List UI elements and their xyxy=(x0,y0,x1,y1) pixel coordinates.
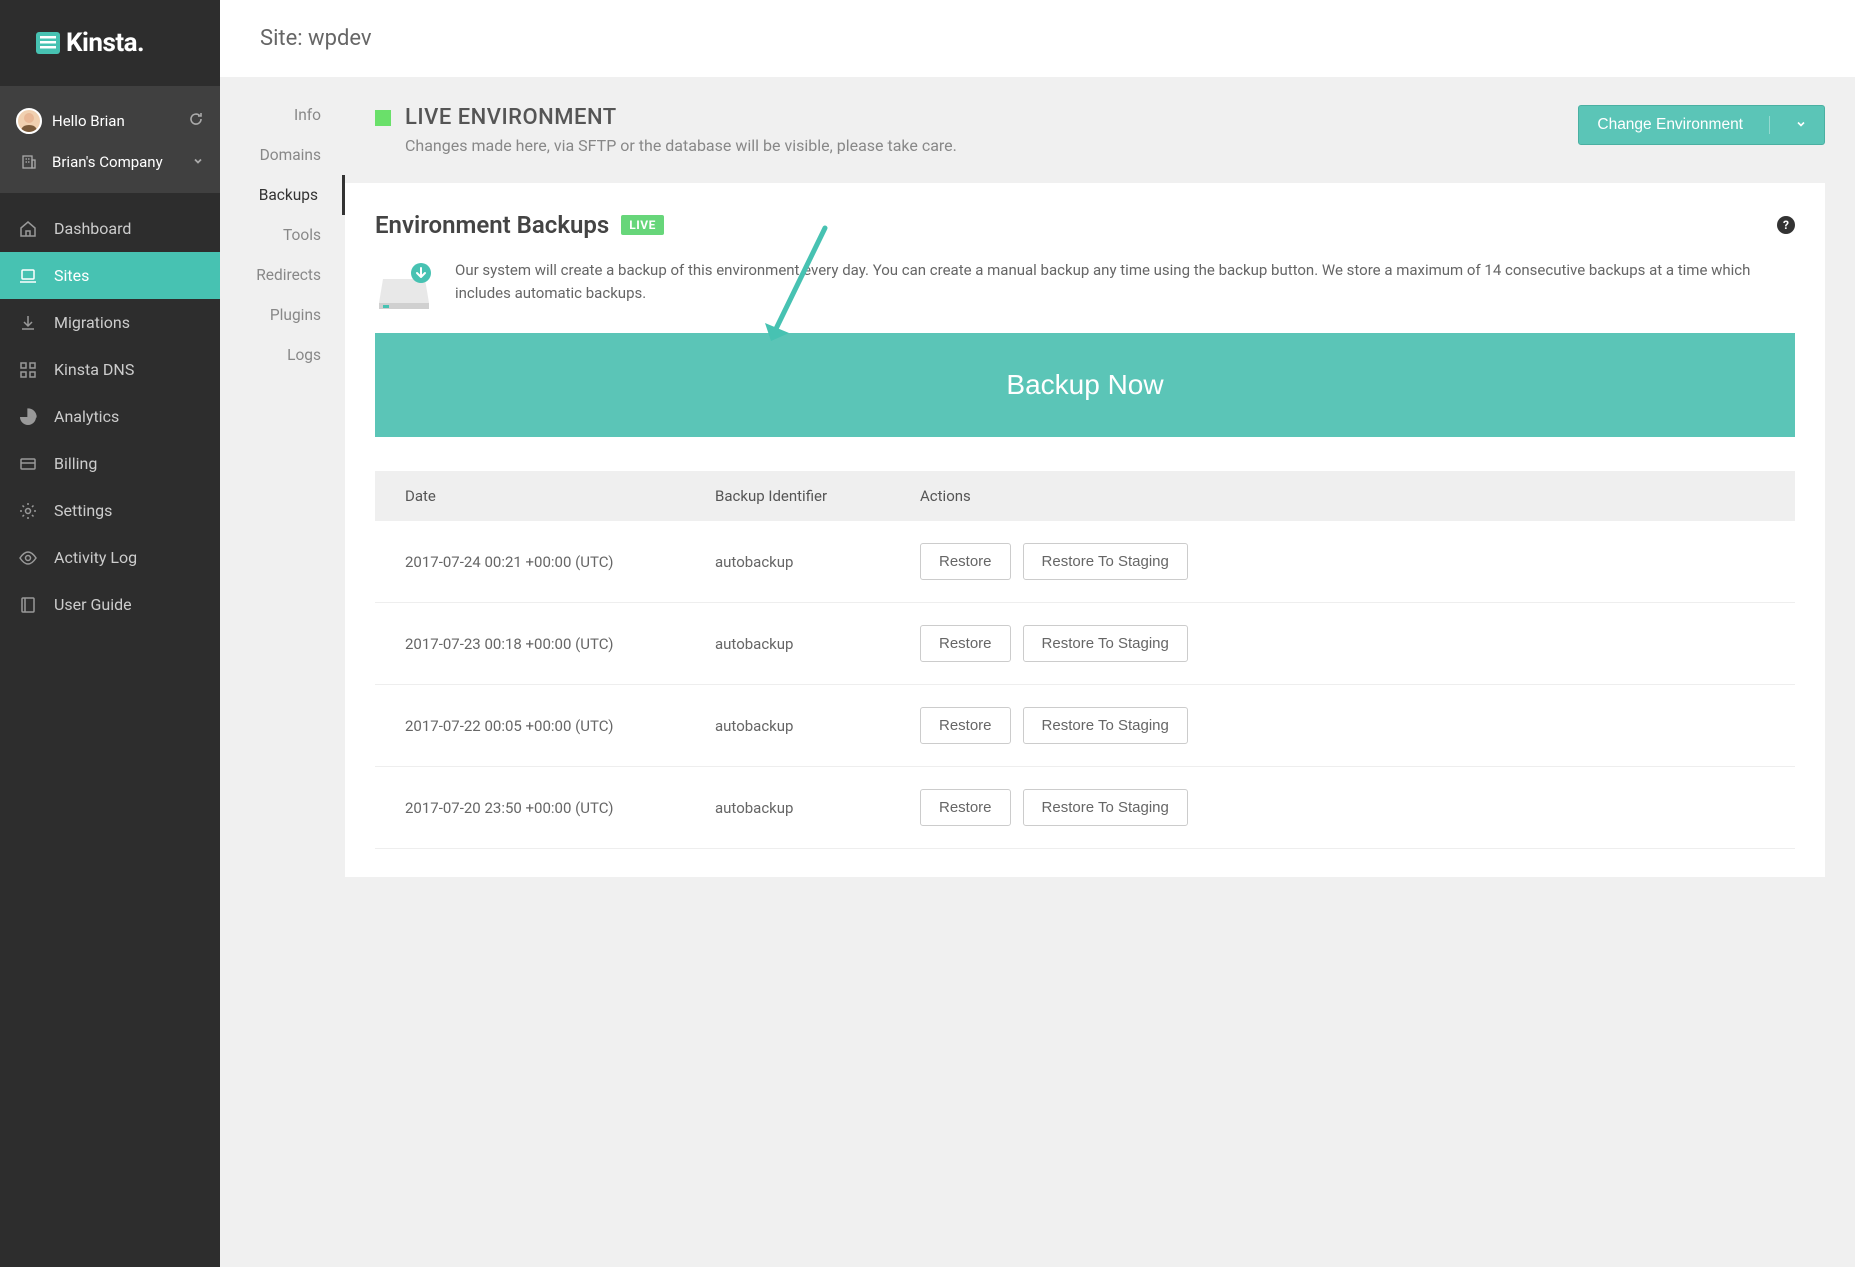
sidebar-item-label: Activity Log xyxy=(54,548,137,567)
environment-banner: LIVE ENVIRONMENT Changes made here, via … xyxy=(345,77,1825,183)
sidebar-item-label: Migrations xyxy=(54,313,130,332)
sidebar-item-analytics[interactable]: Analytics xyxy=(0,393,220,440)
col-header-id: Backup Identifier xyxy=(715,487,920,505)
cell-identifier: autobackup xyxy=(715,717,920,735)
sidebar-item-sites[interactable]: Sites xyxy=(0,252,220,299)
site-tabs: InfoDomainsBackupsToolsRedirectsPluginsL… xyxy=(220,77,345,1267)
site-title: Site: wpdev xyxy=(260,26,1815,51)
tab-logs[interactable]: Logs xyxy=(220,335,345,375)
sidebar-item-label: User Guide xyxy=(54,595,132,614)
table-row: 2017-07-24 00:21 +00:00 (UTC)autobackupR… xyxy=(375,521,1795,603)
sidebar-item-label: Billing xyxy=(54,454,97,473)
sidebar: Kinsta. Hello Brian Brian's Company xyxy=(0,0,220,1267)
table-row: 2017-07-20 23:50 +00:00 (UTC)autobackupR… xyxy=(375,767,1795,849)
restore-button[interactable]: Restore xyxy=(920,543,1011,580)
sidebar-item-label: Sites xyxy=(54,266,89,285)
page-content: LIVE ENVIRONMENT Changes made here, via … xyxy=(345,77,1855,1267)
sidebar-item-activity-log[interactable]: Activity Log xyxy=(0,534,220,581)
tab-tools[interactable]: Tools xyxy=(220,215,345,255)
cell-date: 2017-07-22 00:05 +00:00 (UTC) xyxy=(405,717,715,735)
environment-title: LIVE ENVIRONMENT xyxy=(405,105,957,130)
book-icon xyxy=(18,596,38,614)
environment-description: Changes made here, via SFTP or the datab… xyxy=(405,136,957,155)
restore-to-staging-button[interactable]: Restore To Staging xyxy=(1023,625,1188,662)
card-icon xyxy=(18,455,38,473)
company-name: Brian's Company xyxy=(52,153,182,171)
user-greeting: Hello Brian xyxy=(52,112,178,130)
grid-icon xyxy=(18,361,38,379)
backups-panel: Environment Backups LIVE ? xyxy=(345,183,1825,877)
tab-redirects[interactable]: Redirects xyxy=(220,255,345,295)
col-header-actions: Actions xyxy=(920,487,1765,505)
sidebar-item-label: Dashboard xyxy=(54,219,131,238)
live-indicator-icon xyxy=(375,110,391,126)
sidebar-item-settings[interactable]: Settings xyxy=(0,487,220,534)
user-block: Hello Brian Brian's Company xyxy=(0,86,220,193)
chevron-down-icon xyxy=(192,152,204,171)
live-badge: LIVE xyxy=(621,215,664,235)
table-row: 2017-07-22 00:05 +00:00 (UTC)autobackupR… xyxy=(375,685,1795,767)
change-environment-button[interactable]: Change Environment xyxy=(1578,105,1825,145)
server-icon xyxy=(375,259,433,311)
cell-identifier: autobackup xyxy=(715,799,920,817)
restore-to-staging-button[interactable]: Restore To Staging xyxy=(1023,707,1188,744)
sidebar-item-migrations[interactable]: Migrations xyxy=(0,299,220,346)
logo[interactable]: Kinsta. xyxy=(0,0,220,86)
cell-date: 2017-07-24 00:21 +00:00 (UTC) xyxy=(405,553,715,571)
help-icon[interactable]: ? xyxy=(1777,216,1795,234)
pie-icon xyxy=(18,408,38,426)
gear-icon xyxy=(18,502,38,520)
logo-icon xyxy=(36,32,60,54)
main-nav: Dashboard Sites Migrations Kinsta DNS Analyt… xyxy=(0,193,220,628)
restore-button[interactable]: Restore xyxy=(920,625,1011,662)
avatar xyxy=(16,108,42,134)
table-header: Date Backup Identifier Actions xyxy=(375,471,1795,521)
sidebar-item-kinsta-dns[interactable]: Kinsta DNS xyxy=(0,346,220,393)
panel-title: Environment Backups xyxy=(375,211,609,239)
sidebar-item-label: Kinsta DNS xyxy=(54,360,134,379)
backup-now-button[interactable]: Backup Now xyxy=(375,333,1795,437)
building-icon xyxy=(16,154,42,170)
panel-intro-text: Our system will create a backup of this … xyxy=(455,259,1795,306)
tab-info[interactable]: Info xyxy=(220,95,345,135)
cell-identifier: autobackup xyxy=(715,635,920,653)
eye-icon xyxy=(18,549,38,567)
main: Site: wpdev InfoDomainsBackupsToolsRedir… xyxy=(220,0,1855,1267)
sidebar-item-dashboard[interactable]: Dashboard xyxy=(0,205,220,252)
user-greeting-row[interactable]: Hello Brian xyxy=(16,102,204,140)
chevron-down-icon xyxy=(1796,116,1806,134)
cell-identifier: autobackup xyxy=(715,553,920,571)
tab-backups[interactable]: Backups xyxy=(220,175,345,215)
backups-table: Date Backup Identifier Actions 2017-07-2… xyxy=(375,471,1795,849)
cell-date: 2017-07-20 23:50 +00:00 (UTC) xyxy=(405,799,715,817)
cell-date: 2017-07-23 00:18 +00:00 (UTC) xyxy=(405,635,715,653)
sidebar-item-label: Settings xyxy=(54,501,112,520)
company-selector[interactable]: Brian's Company xyxy=(16,146,204,177)
sidebar-item-billing[interactable]: Billing xyxy=(0,440,220,487)
restore-button[interactable]: Restore xyxy=(920,707,1011,744)
sidebar-item-user-guide[interactable]: User Guide xyxy=(0,581,220,628)
restore-button[interactable]: Restore xyxy=(920,789,1011,826)
laptop-icon xyxy=(18,267,38,285)
tab-domains[interactable]: Domains xyxy=(220,135,345,175)
topbar: Site: wpdev xyxy=(220,0,1855,77)
restore-to-staging-button[interactable]: Restore To Staging xyxy=(1023,789,1188,826)
refresh-icon[interactable] xyxy=(188,111,204,131)
logo-text: Kinsta. xyxy=(66,28,144,58)
tab-plugins[interactable]: Plugins xyxy=(220,295,345,335)
col-header-date: Date xyxy=(405,487,715,505)
download-icon xyxy=(18,314,38,332)
home-icon xyxy=(18,220,38,238)
table-row: 2017-07-23 00:18 +00:00 (UTC)autobackupR… xyxy=(375,603,1795,685)
sidebar-item-label: Analytics xyxy=(54,407,119,426)
restore-to-staging-button[interactable]: Restore To Staging xyxy=(1023,543,1188,580)
change-environment-label: Change Environment xyxy=(1597,116,1743,134)
